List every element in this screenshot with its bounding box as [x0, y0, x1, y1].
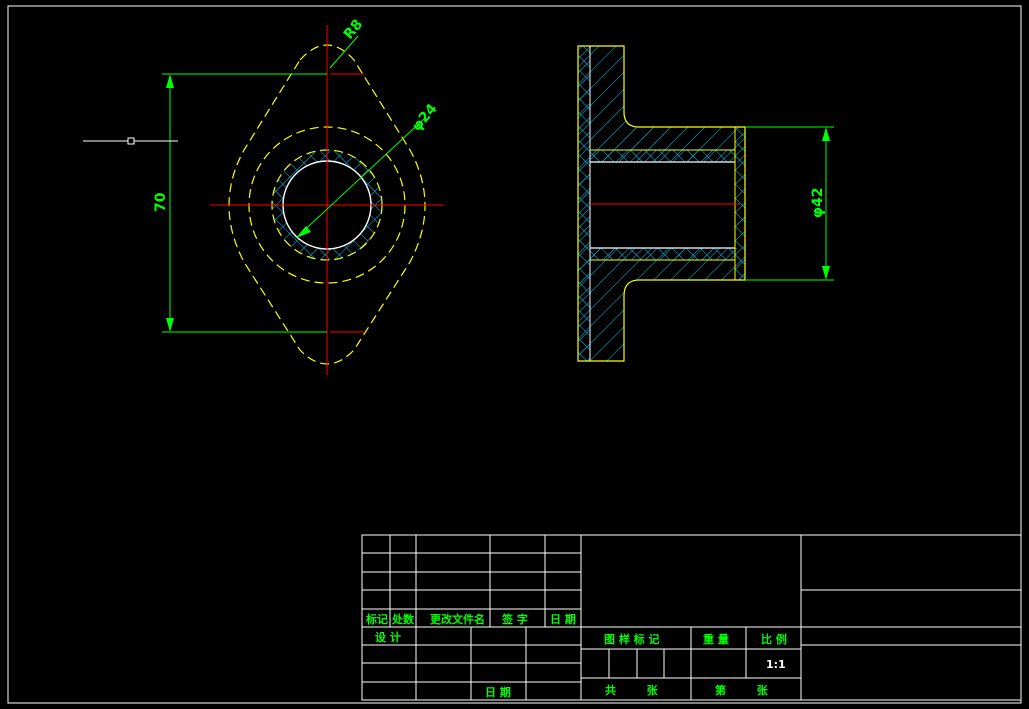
diameter-leader — [295, 117, 426, 239]
bushing-strip-bottom — [590, 248, 735, 260]
drawing-mark-label: 图 样 标 记 — [604, 632, 660, 646]
rev-header-mark: 标记 — [365, 612, 388, 626]
bushing-strip-top — [590, 150, 735, 162]
dim-section-diameter-label: φ42 — [810, 188, 826, 218]
arrow-diam-up — [822, 127, 830, 141]
arrow-up — [166, 74, 174, 88]
section-bore — [590, 162, 735, 248]
rev-header-date: 日 期 — [550, 612, 576, 626]
arrow-down — [166, 318, 174, 332]
sheets-total-label: 共 张 — [605, 683, 659, 697]
dim-height-label: 70 — [153, 192, 169, 212]
sheet-number-label: 第 张 — [715, 683, 769, 697]
design-label: 设 计 — [375, 630, 401, 644]
diameter-arrow — [296, 226, 311, 238]
arrow-diam-down — [822, 266, 830, 280]
rev-header-zone: 处数 — [391, 612, 415, 626]
rev-header-doc-no: 更改文件名 — [430, 612, 485, 626]
section-view: φ42 — [577, 45, 834, 362]
rev-header-signature: 签 字 — [501, 612, 528, 626]
scale-label: 比 例 — [761, 632, 787, 646]
date-label: 日 期 — [485, 685, 511, 699]
front-view: 70 R8 φ24 — [83, 17, 444, 375]
bushing-strip-left — [578, 46, 590, 361]
section-marker-box — [127, 137, 135, 145]
weight-label: 重 量 — [703, 632, 729, 646]
title-block-text: 标记 处数 更改文件名 签 字 日 期 设 计 日 期 图 样 标 记 重 量 … — [365, 612, 787, 699]
scale-value: 1:1 — [766, 658, 786, 671]
dim-diameter-label: φ24 — [409, 101, 441, 135]
drawing-canvas: 70 R8 φ24 φ42 标记 处数 更改文件名 签 字 日 期 设 计 日 … — [7, 5, 1022, 704]
drawing-border — [7, 5, 1022, 704]
dim-radius-label: R8 — [341, 17, 366, 43]
